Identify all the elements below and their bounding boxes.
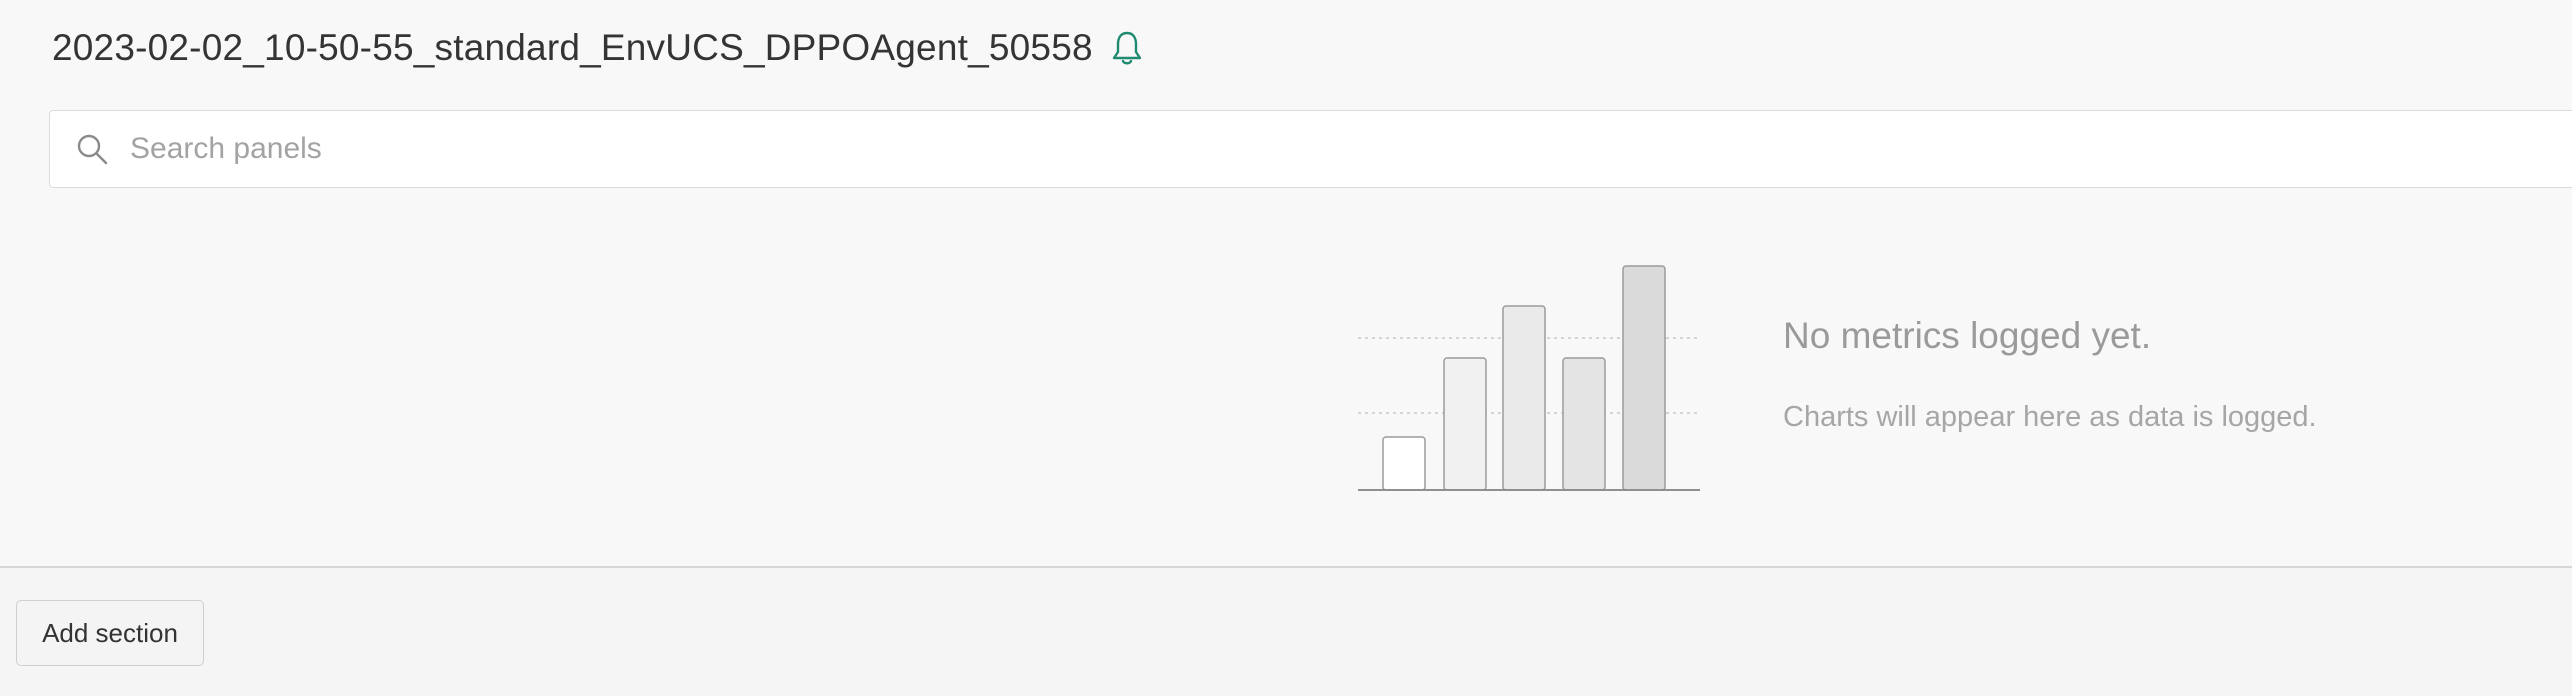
search-panels-box[interactable] [49,110,2572,188]
run-workspace: 2023-02-02_10-50-55_standard_EnvUCS_DPPO… [0,0,2572,696]
empty-state-subtext: Charts will appear here as data is logge… [1783,401,2317,433]
search-input[interactable] [128,131,2332,167]
run-title: 2023-02-02_10-50-55_standard_EnvUCS_DPPO… [52,27,1093,68]
empty-state-heading: No metrics logged yet. [1783,315,2152,356]
add-section-button[interactable]: Add section [16,600,204,666]
bar-chart-placeholder-icon [1358,265,1700,491]
run-header: 2023-02-02_10-50-55_standard_EnvUCS_DPPO… [52,18,1147,78]
bell-icon[interactable] [1107,28,1147,68]
footer-area: Add section [0,568,2572,696]
empty-state: No metrics logged yet. Charts will appea… [1350,255,2450,505]
search-icon [74,131,110,167]
